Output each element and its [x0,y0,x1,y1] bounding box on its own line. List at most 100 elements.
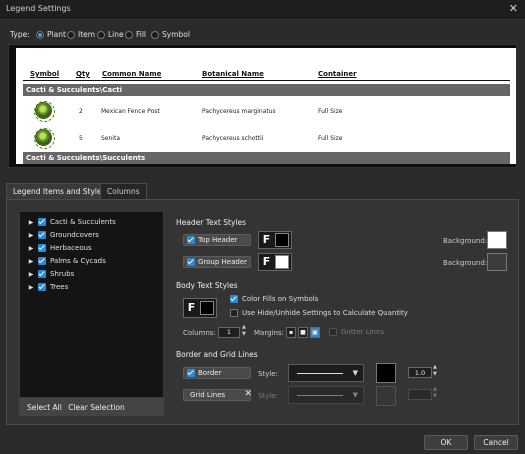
stepper-down-icon[interactable]: ▼ [242,331,246,337]
row-botanical-name: Pachycereus marginatus [202,108,276,115]
expand-arrow-icon[interactable]: ▶ [26,232,36,239]
background-label: Background: [443,259,488,267]
margin-small-icon[interactable]: ▪ [286,327,296,338]
type-option-item[interactable]: Item [67,30,95,39]
column-header-common-name: Common Name [102,70,162,78]
expand-arrow-icon[interactable]: ▶ [26,219,36,226]
checkbox-icon[interactable] [38,283,46,291]
window-title: Legend Settings [6,4,71,13]
ok-button[interactable]: OK [424,435,468,450]
font-color-swatch[interactable] [275,233,289,247]
grid-color-swatch[interactable] [376,386,396,406]
style-label: Style: [258,392,278,400]
close-icon[interactable]: ✕ [509,2,518,15]
style-label: Style: [258,370,278,378]
stepper-up-icon[interactable]: ▲ [433,364,437,370]
body-font-button[interactable]: F [183,298,217,318]
checkbox-icon[interactable] [38,244,46,252]
border-grid-title: Border and Grid Lines [176,350,258,359]
expand-arrow-icon[interactable]: ▶ [26,271,36,278]
font-icon: F [262,255,271,268]
type-label: Type: [10,30,30,39]
border-toggle[interactable]: Border [183,367,251,379]
column-header-container: Container [318,70,357,78]
chevron-down-icon: ▼ [352,369,358,377]
font-color-swatch[interactable] [275,255,289,269]
border-weight-field[interactable]: 1.0 [408,367,432,378]
stepper-down-icon[interactable]: ▼ [433,371,437,377]
stepper-up-icon[interactable]: ▲ [433,386,437,392]
top-header-toggle[interactable]: Top Header [183,234,251,246]
columns-label: Columns: [183,329,216,337]
group-header: Cacti & Succulents\Cacti [23,84,510,96]
tab-columns[interactable]: Columns [100,183,147,199]
select-all-link[interactable]: Select All [27,403,62,412]
hide-unhide-option[interactable]: Use Hide/Unhide Settings to Calculate Qu… [230,309,408,317]
cactus-symbol-icon [34,128,55,149]
tab-legend-items-and-styles[interactable]: Legend Items and Styles [6,183,113,199]
stepper-down-icon[interactable]: ▼ [433,393,437,399]
type-option-line[interactable]: Line [97,30,124,39]
font-color-swatch[interactable] [200,301,214,315]
tree-item[interactable]: ▶ Palms & Cycads [20,255,106,267]
checkbox-icon[interactable] [38,270,46,278]
group-header-font-button[interactable]: F [258,253,292,271]
margin-large-icon[interactable]: ▣ [310,327,320,338]
tree-item[interactable]: ▶ Herbaceous [20,242,92,254]
column-header-qty: Qty [76,70,90,78]
top-header-font-button[interactable]: F [258,231,292,249]
grid-lines-toggle[interactable]: Grid Lines ✕ [183,389,252,401]
checkbox-icon[interactable] [230,295,238,303]
checkbox-icon[interactable] [38,257,46,265]
header-text-styles-title: Header Text Styles [176,218,246,227]
checkbox-icon[interactable] [329,328,337,336]
border-color-swatch[interactable] [376,363,396,383]
type-option-plant[interactable]: Plant [36,30,66,39]
checkbox-icon[interactable] [187,369,195,377]
tree-item[interactable]: ▶ Shrubs [20,268,74,280]
checkbox-icon[interactable] [38,231,46,239]
group-header: Cacti & Succulents\Succulents [23,152,510,164]
cactus-symbol-icon [34,101,55,122]
radio-icon [36,30,44,39]
checkbox-icon[interactable] [230,309,238,317]
row-common-name: Senita [101,135,120,142]
tree-item[interactable]: ▶ Trees [20,281,68,293]
row-botanical-name: Pachycereus schottii [202,135,264,142]
tree-item[interactable]: ▶ Cacti & Succulents [20,216,116,228]
type-option-symbol[interactable]: Symbol [151,30,190,39]
line-style-preview [297,373,343,374]
margins-label: Margins: [254,329,284,337]
checkbox-icon[interactable] [38,218,46,226]
header-rule [23,80,510,81]
columns-stepper[interactable]: 1 [218,327,240,338]
grid-style-dropdown[interactable]: ▼ [288,386,364,404]
gutter-lines-option[interactable]: Gutter Lines [329,328,384,336]
tree-item[interactable]: ▶ Groundcovers [20,229,99,241]
clear-selection-link[interactable]: Clear Selection [68,403,125,412]
legend-preview-page: Symbol Qty Common Name Botanical Name Co… [16,48,516,164]
cancel-button[interactable]: Cancel [474,435,518,450]
row-qty: 5 [79,135,83,142]
checkbox-icon[interactable] [187,258,195,266]
line-style-preview [297,395,343,396]
margin-medium-icon[interactable]: ■ [298,327,308,338]
type-option-fill[interactable]: Fill [125,30,146,39]
row-container: Full Size [318,135,343,142]
border-style-dropdown[interactable]: ▼ [288,364,364,382]
column-header-botanical-name: Botanical Name [202,70,264,78]
top-header-background-swatch[interactable] [487,231,507,249]
row-qty: 2 [79,108,83,115]
group-header-toggle[interactable]: Group Header [183,256,251,268]
checkbox-icon[interactable] [187,236,195,244]
body-text-styles-title: Body Text Styles [176,281,238,290]
expand-arrow-icon[interactable]: ▶ [26,258,36,265]
category-tree: ▶ Cacti & Succulents ▶ Groundcovers ▶ Herba… [19,211,164,416]
group-header-background-swatch[interactable] [487,253,507,271]
expand-arrow-icon[interactable]: ▶ [26,245,36,252]
close-icon[interactable]: ✕ [244,389,252,399]
grid-weight-field[interactable] [408,389,432,400]
color-fills-option[interactable]: Color Fills on Symbols [230,295,318,303]
stepper-up-icon[interactable]: ▲ [242,324,246,330]
expand-arrow-icon[interactable]: ▶ [26,284,36,291]
